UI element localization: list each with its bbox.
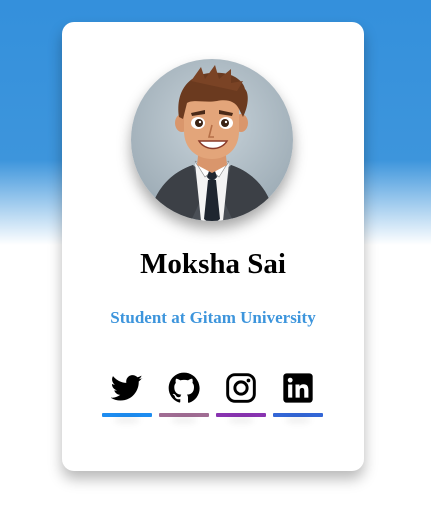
avatar-illustration (131, 59, 293, 221)
github-link[interactable] (159, 372, 209, 424)
linkedin-icon (283, 373, 313, 403)
github-icon (168, 372, 200, 403)
avatar (131, 59, 293, 221)
profile-title: Student at Gitam University (110, 308, 316, 327)
profile-name: Moksha Sai (140, 248, 286, 280)
linkedin-link[interactable] (273, 372, 323, 424)
instagram-link[interactable] (216, 372, 266, 424)
social-links (102, 372, 326, 432)
instagram-icon (226, 373, 256, 403)
twitter-link[interactable] (102, 372, 152, 424)
twitter-icon (111, 375, 143, 401)
profile-card: Moksha Sai Student at Gitam University (62, 22, 364, 471)
